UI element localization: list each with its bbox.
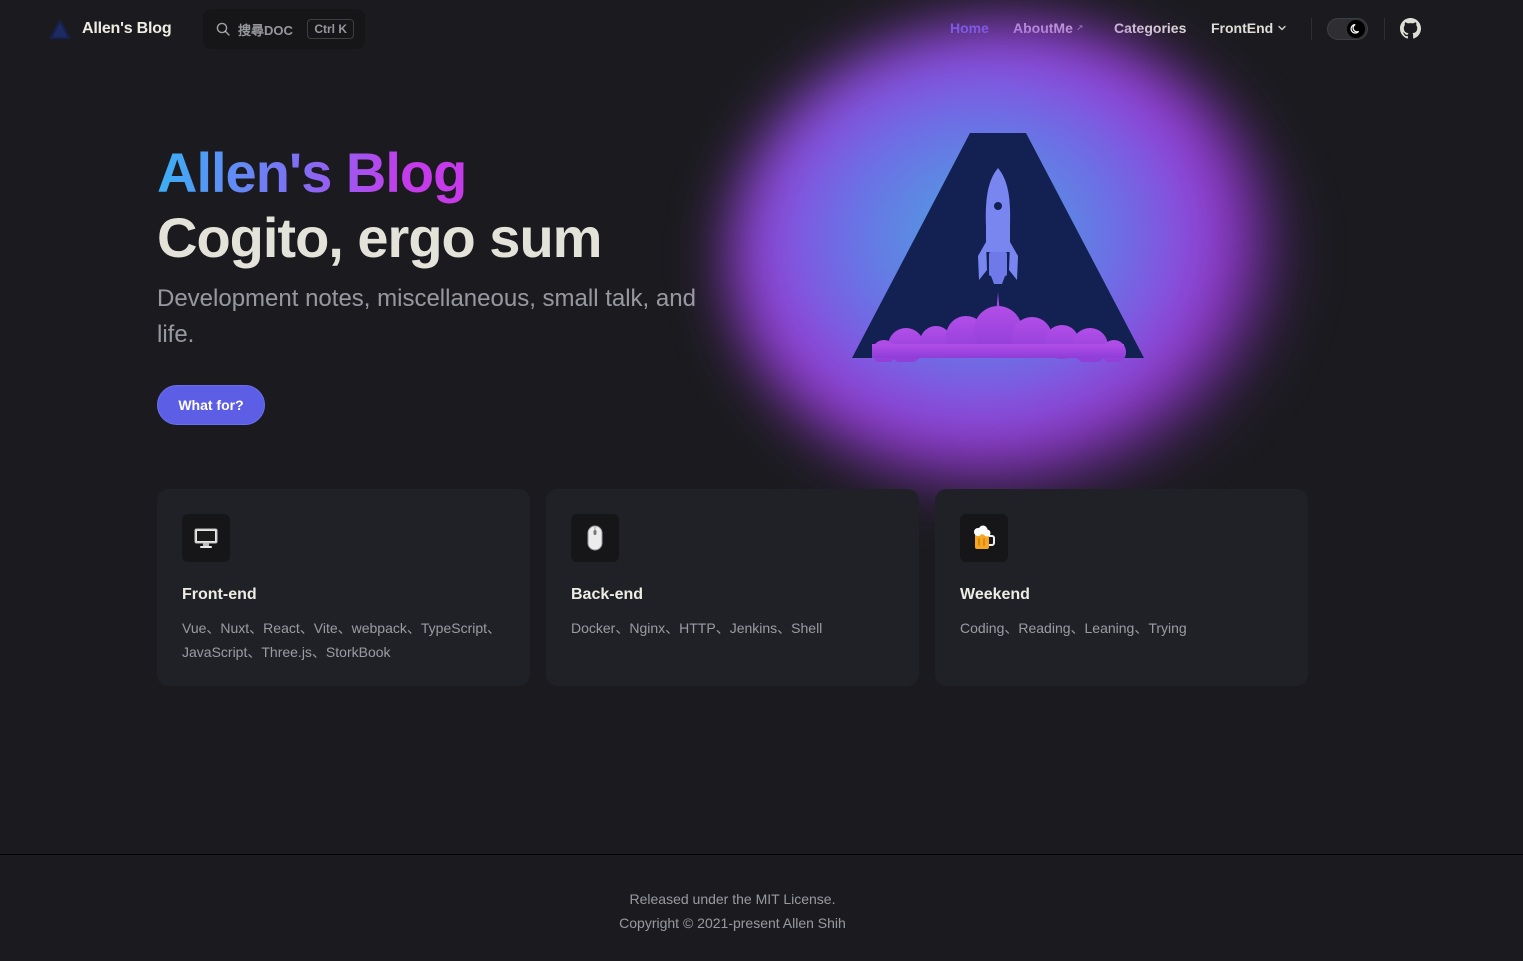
github-icon[interactable]: [1400, 18, 1421, 39]
triangle-logo-icon: [49, 19, 71, 39]
hero-text: Cogito, ergo sum: [157, 206, 602, 269]
feature-card-backend: Back-end Docker、Nginx、HTTP、Jenkins、Shell: [546, 489, 919, 686]
brand-home-link[interactable]: Allen's Blog: [48, 16, 172, 42]
theme-toggle[interactable]: [1327, 18, 1368, 40]
nav-divider: [1384, 18, 1385, 40]
rocket-launch-logo: [852, 133, 1144, 362]
search-shortcut-badge: Ctrl K: [307, 19, 354, 39]
hero-action-button[interactable]: What for?: [157, 385, 265, 425]
feature-details: Coding、Reading、Leaning、Trying: [960, 620, 1187, 636]
feature-title: Back-end: [571, 586, 644, 603]
search-button[interactable]: 搜尋DOC Ctrl K: [203, 9, 365, 49]
mouse-icon: [571, 514, 619, 562]
nav-dropdown-frontend-label: FrontEnd: [1211, 20, 1274, 36]
search-icon: [216, 22, 230, 36]
search-placeholder: 搜尋DOC: [238, 22, 293, 38]
chevron-down-icon: [1278, 25, 1286, 31]
hero-tagline: Development notes, miscellaneous, small …: [157, 285, 696, 348]
monitor-icon: [182, 514, 230, 562]
feature-title: Weekend: [960, 586, 1030, 603]
nav-link-categories[interactable]: Categories: [1114, 20, 1186, 36]
feature-card-frontend: Front-end Vue、Nuxt、React、Vite、webpack、Ty…: [157, 489, 530, 686]
theme-toggle-knob: [1347, 20, 1365, 38]
nav-divider: [1311, 18, 1312, 40]
feature-details: Vue、Nuxt、React、Vite、webpack、TypeScript、J…: [182, 620, 502, 660]
site-footer: Released under the MIT License. Copyrigh…: [0, 854, 1523, 961]
brand-title: Allen's Blog: [82, 20, 172, 37]
top-navbar: Allen's Blog 搜尋DOC Ctrl K Home AboutMe↗ …: [0, 0, 1523, 58]
footer-copyright: Copyright © 2021-present Allen Shih: [619, 915, 846, 931]
nav-dropdown-frontend[interactable]: FrontEnd: [1211, 20, 1287, 36]
hero-name: Allen's Blog: [157, 141, 467, 204]
feature-details: Docker、Nginx、HTTP、Jenkins、Shell: [571, 620, 823, 636]
moon-icon: [1350, 24, 1360, 34]
footer-message: Released under the MIT License.: [629, 891, 836, 907]
beer-mug-icon: [960, 514, 1008, 562]
feature-card-weekend: Weekend Coding、Reading、Leaning、Trying: [935, 489, 1308, 686]
feature-title: Front-end: [182, 586, 257, 603]
